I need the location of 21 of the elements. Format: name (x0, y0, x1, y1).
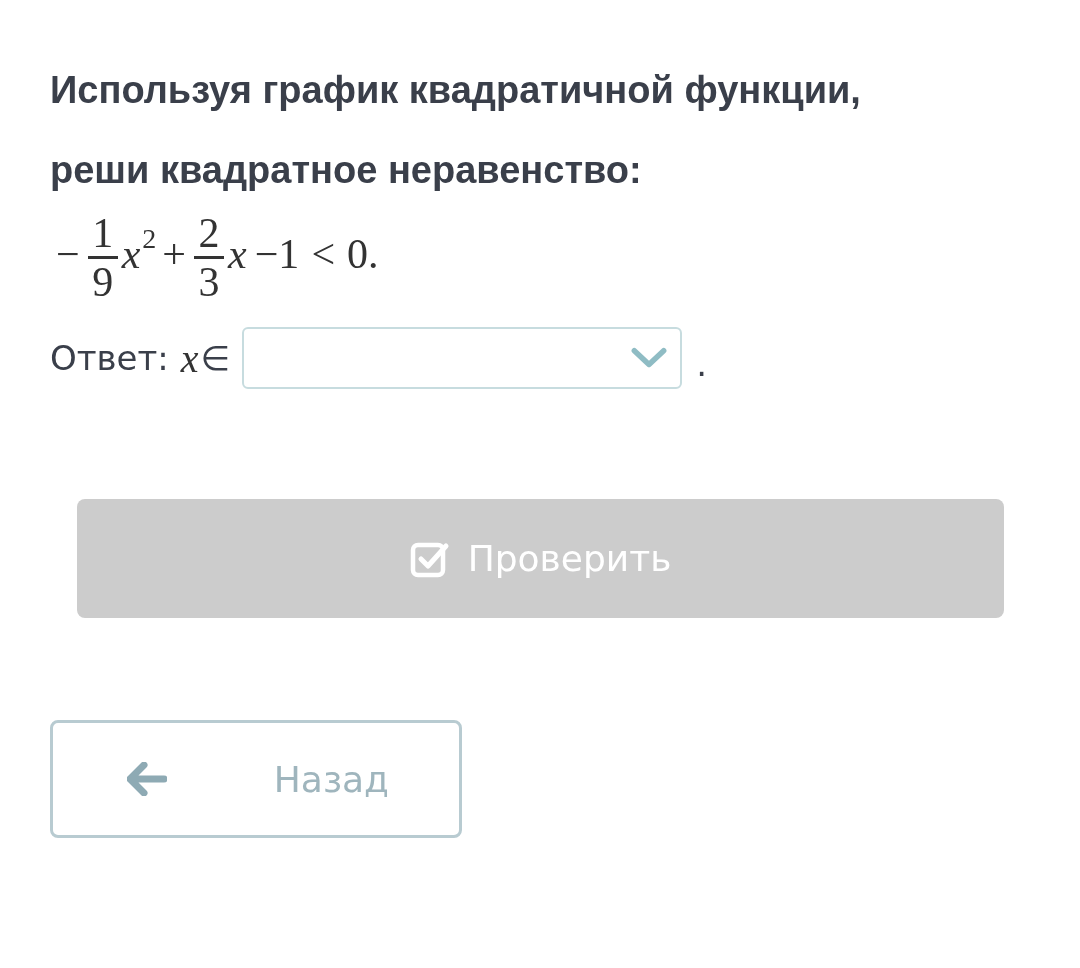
fraction-numerator: 2 (198, 210, 220, 256)
fraction-denominator: 3 (198, 259, 220, 305)
chevron-down-icon (630, 347, 669, 369)
answer-label: Ответ: (50, 338, 169, 378)
period: . (696, 344, 707, 384)
math-variable: x (228, 230, 247, 277)
math-symbol: 0. (347, 230, 379, 277)
math-symbol: + (162, 230, 187, 277)
answer-dropdown[interactable] (242, 327, 683, 389)
math-symbol: − (56, 230, 80, 277)
fraction-denominator: 9 (92, 259, 114, 305)
back-button[interactable]: Назад (50, 720, 462, 838)
math-symbol: ∈ (200, 338, 231, 378)
question-text: Используя график квадратичной функции, реши квадратное неравенство: (50, 68, 862, 193)
math-symbol: −1 (254, 230, 300, 277)
math-variable: x (180, 334, 199, 382)
math-symbol: < (311, 230, 336, 277)
exponent: 2 (142, 222, 157, 254)
arrow-left-icon (127, 762, 167, 796)
fraction-numerator: 1 (92, 210, 114, 256)
math-variable: x (121, 230, 141, 277)
